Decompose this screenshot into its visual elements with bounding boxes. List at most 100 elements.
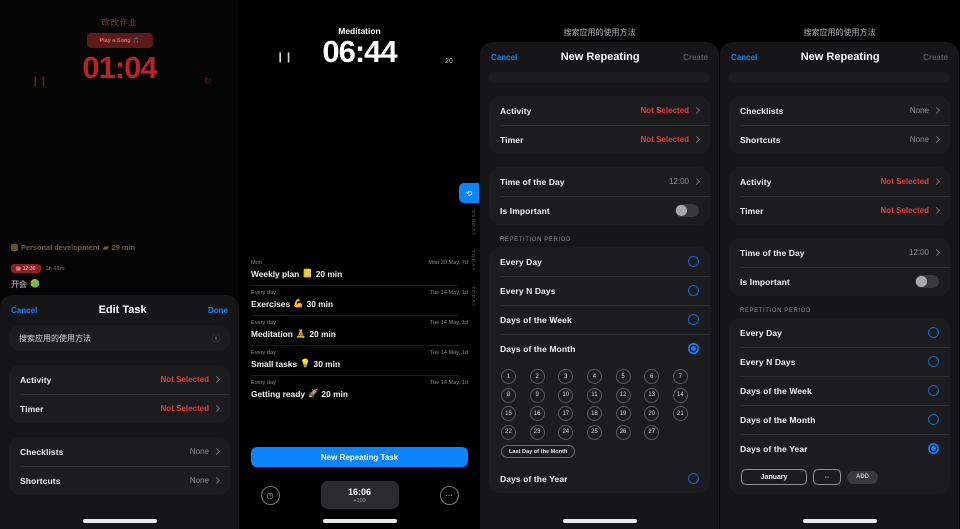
day-cell[interactable]: 16	[529, 406, 545, 421]
radio-icon[interactable]	[688, 473, 699, 484]
p2-counter: 20	[445, 58, 453, 65]
day-cell[interactable]: 2	[529, 369, 545, 384]
task-row[interactable]: Every day Tue 14 May, 1d Small tasks 💡 3…	[240, 345, 479, 375]
day-cell[interactable]: 7	[672, 369, 688, 384]
create-button[interactable]: Create	[683, 53, 708, 62]
option-days-of-month[interactable]: Days of the Month	[729, 405, 950, 434]
radio-icon[interactable]	[688, 314, 699, 325]
row-checklists[interactable]: Checklists None	[729, 96, 950, 125]
create-button[interactable]: Create	[923, 53, 948, 62]
home-indicator	[322, 519, 397, 523]
day-cell[interactable]: 26	[615, 424, 631, 440]
pause-icon[interactable]: ❙❙	[276, 52, 293, 63]
day-cell[interactable]: 14	[672, 387, 688, 403]
radio-icon[interactable]	[688, 285, 699, 296]
add-button[interactable]: ADD	[847, 470, 878, 484]
task-row[interactable]: Every day Tue 14 May, 1d Getting ready 🚀…	[240, 375, 479, 405]
task-emoji-icon: 💪	[293, 298, 304, 308]
cancel-button[interactable]: Cancel	[491, 53, 517, 62]
task-row[interactable]: Every day Tue 14 May, 1d Meditation 🧘 20…	[240, 315, 479, 345]
chevron-right-icon	[932, 206, 941, 215]
day-cell[interactable]: 4	[586, 369, 602, 384]
cancel-button[interactable]: Cancel	[731, 53, 757, 62]
option-days-of-month[interactable]: Days of the Month	[489, 334, 710, 363]
option-every-n-days[interactable]: Every N Days	[729, 347, 950, 376]
row-shortcuts-value: None	[909, 135, 929, 144]
option-every-n-days[interactable]: Every N Days	[489, 276, 710, 305]
is-important-toggle[interactable]	[915, 275, 939, 288]
radio-icon[interactable]	[928, 414, 939, 425]
day-cell[interactable]: 18	[586, 406, 602, 421]
radio-icon-selected[interactable]	[688, 343, 699, 354]
day-cell[interactable]: 24	[558, 424, 574, 440]
option-days-of-year[interactable]: Days of the Year	[489, 464, 710, 493]
day-cell[interactable]: 8	[501, 387, 516, 403]
task-due: Mon 20 May, 7d	[428, 260, 468, 266]
day-cell[interactable]: 15	[501, 406, 516, 421]
row-is-important[interactable]: Is Important	[489, 196, 710, 225]
page-title: Edit Task	[98, 304, 147, 316]
new-repeating-task-button[interactable]: New Repeating Task	[251, 447, 468, 467]
repeat-icon-button[interactable]: ⟲	[459, 183, 479, 203]
day-cell[interactable]: 11	[586, 387, 602, 403]
day-cell[interactable]: 6	[644, 369, 660, 384]
option-every-day[interactable]: Every Day	[489, 247, 710, 276]
last-day-of-month-chip[interactable]: Last Day of the Month	[501, 445, 576, 458]
reset-icon[interactable]: ↻	[204, 76, 212, 87]
day-cell[interactable]: 13	[644, 387, 660, 403]
day-select[interactable]: --	[813, 469, 841, 485]
option-days-of-year[interactable]: Days of the Year	[729, 434, 950, 463]
row-timer[interactable]: Timer Not Selected	[729, 196, 950, 225]
day-cell[interactable]: 27	[644, 424, 660, 440]
ellipsis-icon[interactable]: ⋯	[439, 485, 459, 505]
day-cell[interactable]: 12	[615, 387, 631, 403]
row-shortcuts[interactable]: Shortcuts None	[729, 125, 950, 154]
day-cell[interactable]: 3	[558, 369, 574, 384]
row-activity[interactable]: Activity Not Selected	[729, 167, 950, 196]
day-cell[interactable]: 20	[644, 406, 660, 421]
radio-icon-selected[interactable]	[928, 443, 939, 454]
radio-icon[interactable]	[928, 385, 939, 396]
day-cell[interactable]: 23	[529, 424, 545, 440]
task-name-field[interactable]: 搜索应用的使用方法 ⓧ	[9, 325, 230, 351]
day-cell[interactable]: 21	[672, 406, 688, 421]
day-cell[interactable]: 1	[501, 369, 516, 384]
task-row[interactable]: Mon Mon 20 May, 7d Weekly plan 📒 20 min	[240, 255, 479, 285]
stopwatch-icon[interactable]: ◷	[260, 485, 280, 505]
row-checklists[interactable]: Checklists None	[9, 437, 230, 466]
name-field-partial[interactable]	[729, 72, 950, 83]
day-cell[interactable]: 10	[558, 387, 574, 403]
is-important-toggle[interactable]	[675, 204, 699, 217]
day-cell[interactable]: 19	[615, 406, 631, 421]
row-time-of-day[interactable]: Time of the Day 12:00	[729, 238, 950, 267]
row-timer[interactable]: Timer Not Selected	[9, 394, 230, 423]
radio-icon[interactable]	[688, 256, 699, 267]
option-days-of-week[interactable]: Days of the Week	[489, 305, 710, 334]
day-cell[interactable]: 5	[615, 369, 631, 384]
radio-icon[interactable]	[928, 327, 939, 338]
cancel-button[interactable]: Cancel	[11, 306, 37, 315]
task-row[interactable]: Every day Tue 14 May, 1d Exercises 💪 30 …	[240, 285, 479, 315]
row-activity[interactable]: Activity Not Selected	[9, 365, 230, 394]
activity-timer-card: Activity Not Selected Timer Not Selected	[489, 96, 710, 154]
pause-icon[interactable]: ❙❙	[31, 76, 48, 87]
clock-chip[interactable]: 16:06 +100	[320, 481, 399, 509]
play-song-button[interactable]: Play a Song 🎵	[86, 33, 153, 48]
row-timer[interactable]: Timer Not Selected	[489, 125, 710, 154]
clear-circle-icon[interactable]: ⓧ	[212, 333, 220, 344]
row-activity[interactable]: Activity Not Selected	[489, 96, 710, 125]
day-cell[interactable]: 9	[529, 387, 545, 403]
row-shortcuts[interactable]: Shortcuts None	[9, 466, 230, 495]
day-cell[interactable]: 17	[558, 406, 574, 421]
row-is-important[interactable]: Is Important	[729, 267, 950, 296]
option-days-of-week[interactable]: Days of the Week	[729, 376, 950, 405]
option-every-day[interactable]: Every Day	[729, 318, 950, 347]
done-button[interactable]: Done	[208, 306, 228, 315]
row-time-of-day[interactable]: Time of the Day 12:00	[489, 167, 710, 196]
radio-icon[interactable]	[928, 356, 939, 367]
month-select[interactable]: January	[741, 469, 807, 485]
day-cell[interactable]: 22	[501, 424, 516, 440]
task-emoji-icon: 🚀	[307, 388, 319, 398]
day-cell[interactable]: 25	[586, 424, 602, 440]
name-field-partial[interactable]	[489, 72, 710, 83]
